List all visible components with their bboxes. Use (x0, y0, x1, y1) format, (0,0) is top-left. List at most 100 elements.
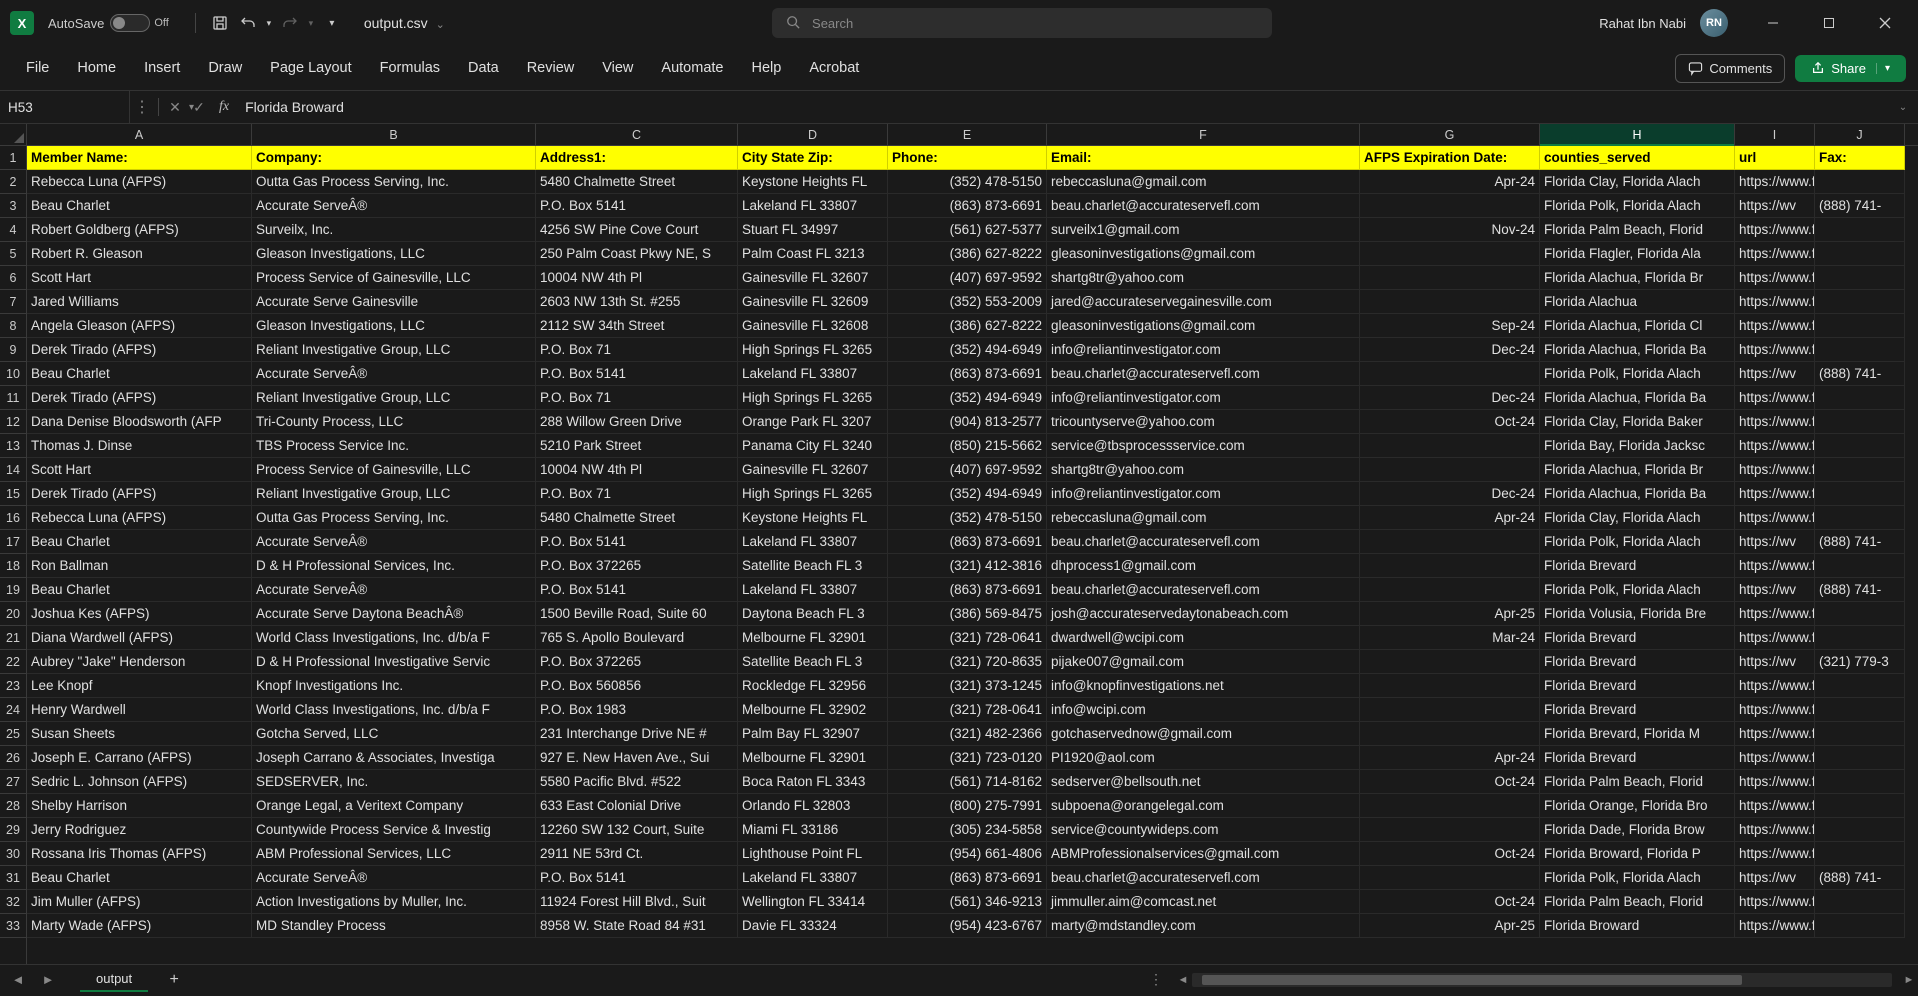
cell[interactable] (1815, 746, 1905, 770)
cell[interactable]: Lakeland FL 33807 (738, 194, 888, 218)
cell[interactable]: D & H Professional Services, Inc. (252, 554, 536, 578)
cell[interactable]: https://wv (1735, 578, 1815, 602)
cell[interactable]: Robert R. Gleason (27, 242, 252, 266)
maximize-icon[interactable] (1806, 5, 1852, 41)
cell[interactable]: Melbourne FL 32901 (738, 746, 888, 770)
cell[interactable]: Florida Polk, Florida Alach (1540, 194, 1735, 218)
cell[interactable]: Accurate ServeÂ® (252, 866, 536, 890)
cell[interactable]: url (1735, 146, 1815, 170)
cell[interactable] (1815, 818, 1905, 842)
cell[interactable] (1360, 698, 1540, 722)
cell[interactable]: Scott Hart (27, 266, 252, 290)
cell[interactable]: Gainesville FL 32607 (738, 458, 888, 482)
cell[interactable]: 4256 SW Pine Cove Court (536, 218, 738, 242)
cell[interactable]: rebeccasluna@gmail.com (1047, 170, 1360, 194)
cell[interactable]: https://www.fapps.or (1735, 410, 1815, 434)
column-header-C[interactable]: C (536, 124, 738, 145)
cell[interactable]: Orange Park FL 3207 (738, 410, 888, 434)
cell[interactable]: Lighthouse Point FL (738, 842, 888, 866)
cell[interactable]: (352) 553-2009 (888, 290, 1047, 314)
row-header[interactable]: 27 (0, 770, 26, 794)
row-header[interactable]: 25 (0, 722, 26, 746)
row-header[interactable]: 33 (0, 914, 26, 938)
ribbon-tab-automate[interactable]: Automate (647, 52, 737, 84)
cell[interactable]: (407) 697-9592 (888, 458, 1047, 482)
cell[interactable]: Wellington FL 33414 (738, 890, 888, 914)
cell[interactable]: Florida Polk, Florida Alach (1540, 866, 1735, 890)
cell[interactable]: Joseph Carrano & Associates, Investiga (252, 746, 536, 770)
cell[interactable]: Apr-25 (1360, 914, 1540, 938)
cell[interactable]: Reliant Investigative Group, LLC (252, 386, 536, 410)
cell[interactable]: City State Zip: (738, 146, 888, 170)
cell[interactable]: gleasoninvestigations@gmail.com (1047, 314, 1360, 338)
cell[interactable]: Rockledge FL 32956 (738, 674, 888, 698)
cell[interactable]: (321) 728-0641 (888, 626, 1047, 650)
cell[interactable]: 5480 Chalmette Street (536, 170, 738, 194)
cell[interactable]: 5210 Park Street (536, 434, 738, 458)
cell[interactable]: (863) 873-6691 (888, 578, 1047, 602)
avatar[interactable]: RN (1700, 9, 1728, 37)
row-header[interactable]: 12 (0, 410, 26, 434)
cell[interactable]: AFPS Expiration Date: (1360, 146, 1540, 170)
cell[interactable]: Dec-24 (1360, 338, 1540, 362)
cell[interactable]: 1500 Beville Road, Suite 60 (536, 602, 738, 626)
cell[interactable] (1815, 434, 1905, 458)
row-header[interactable]: 26 (0, 746, 26, 770)
cell[interactable]: Apr-24 (1360, 506, 1540, 530)
cell[interactable]: Thomas J. Dinse (27, 434, 252, 458)
cell[interactable]: P.O. Box 372265 (536, 650, 738, 674)
cell[interactable] (1815, 602, 1905, 626)
row-header[interactable]: 18 (0, 554, 26, 578)
cell[interactable]: Florida Broward, Florida P (1540, 842, 1735, 866)
cell[interactable]: Gleason Investigations, LLC (252, 242, 536, 266)
cell[interactable] (1360, 194, 1540, 218)
cell[interactable] (1360, 674, 1540, 698)
column-header-A[interactable]: A (27, 124, 252, 145)
row-header[interactable]: 22 (0, 650, 26, 674)
cell[interactable]: Apr-24 (1360, 170, 1540, 194)
cell[interactable] (1815, 290, 1905, 314)
cell[interactable]: Angela Gleason (AFPS) (27, 314, 252, 338)
cell[interactable]: Henry Wardwell (27, 698, 252, 722)
cell[interactable]: Robert Goldberg (AFPS) (27, 218, 252, 242)
cell[interactable]: Accurate ServeÂ® (252, 530, 536, 554)
cell[interactable]: P.O. Box 372265 (536, 554, 738, 578)
formula-input[interactable] (237, 99, 1888, 115)
cell[interactable]: Jim Muller (AFPS) (27, 890, 252, 914)
cell[interactable]: Miami FL 33186 (738, 818, 888, 842)
cell[interactable]: https://wv (1735, 650, 1815, 674)
cell[interactable]: https://www.fapps.or (1735, 890, 1815, 914)
cell[interactable]: Oct-24 (1360, 890, 1540, 914)
cell[interactable] (1815, 770, 1905, 794)
cell[interactable]: (352) 478-5150 (888, 506, 1047, 530)
cell[interactable]: service@countywideps.com (1047, 818, 1360, 842)
ribbon-tab-formulas[interactable]: Formulas (366, 52, 454, 84)
row-header[interactable]: 14 (0, 458, 26, 482)
redo-dropdown-icon[interactable]: ▾ (304, 9, 318, 37)
cell[interactable]: Phone: (888, 146, 1047, 170)
cell[interactable]: 250 Palm Coast Pkwy NE, S (536, 242, 738, 266)
cell[interactable]: Florida Bay, Florida Jacksc (1540, 434, 1735, 458)
row-header[interactable]: 29 (0, 818, 26, 842)
cell[interactable]: (954) 661-4806 (888, 842, 1047, 866)
cell[interactable]: (321) 728-0641 (888, 698, 1047, 722)
cell[interactable]: https://www.fapps.or (1735, 434, 1815, 458)
cell[interactable] (1360, 434, 1540, 458)
cell[interactable]: ABM Professional Services, LLC (252, 842, 536, 866)
cell[interactable]: info@knopfinvestigations.net (1047, 674, 1360, 698)
cell[interactable]: Process Service of Gainesville, LLC (252, 458, 536, 482)
cell[interactable]: (863) 873-6691 (888, 362, 1047, 386)
cell[interactable]: Beau Charlet (27, 866, 252, 890)
ribbon-tab-insert[interactable]: Insert (130, 52, 194, 84)
cell[interactable]: Gainesville FL 32608 (738, 314, 888, 338)
cell[interactable] (1360, 722, 1540, 746)
cell[interactable]: Florida Brevard (1540, 554, 1735, 578)
row-header[interactable]: 11 (0, 386, 26, 410)
cell[interactable]: P.O. Box 71 (536, 338, 738, 362)
username[interactable]: Rahat Ibn Nabi (1599, 16, 1686, 31)
cell[interactable]: P.O. Box 5141 (536, 530, 738, 554)
cell[interactable]: Beau Charlet (27, 194, 252, 218)
cell[interactable]: (321) 373-1245 (888, 674, 1047, 698)
cell[interactable]: Accurate ServeÂ® (252, 362, 536, 386)
select-all-corner[interactable] (0, 124, 27, 146)
